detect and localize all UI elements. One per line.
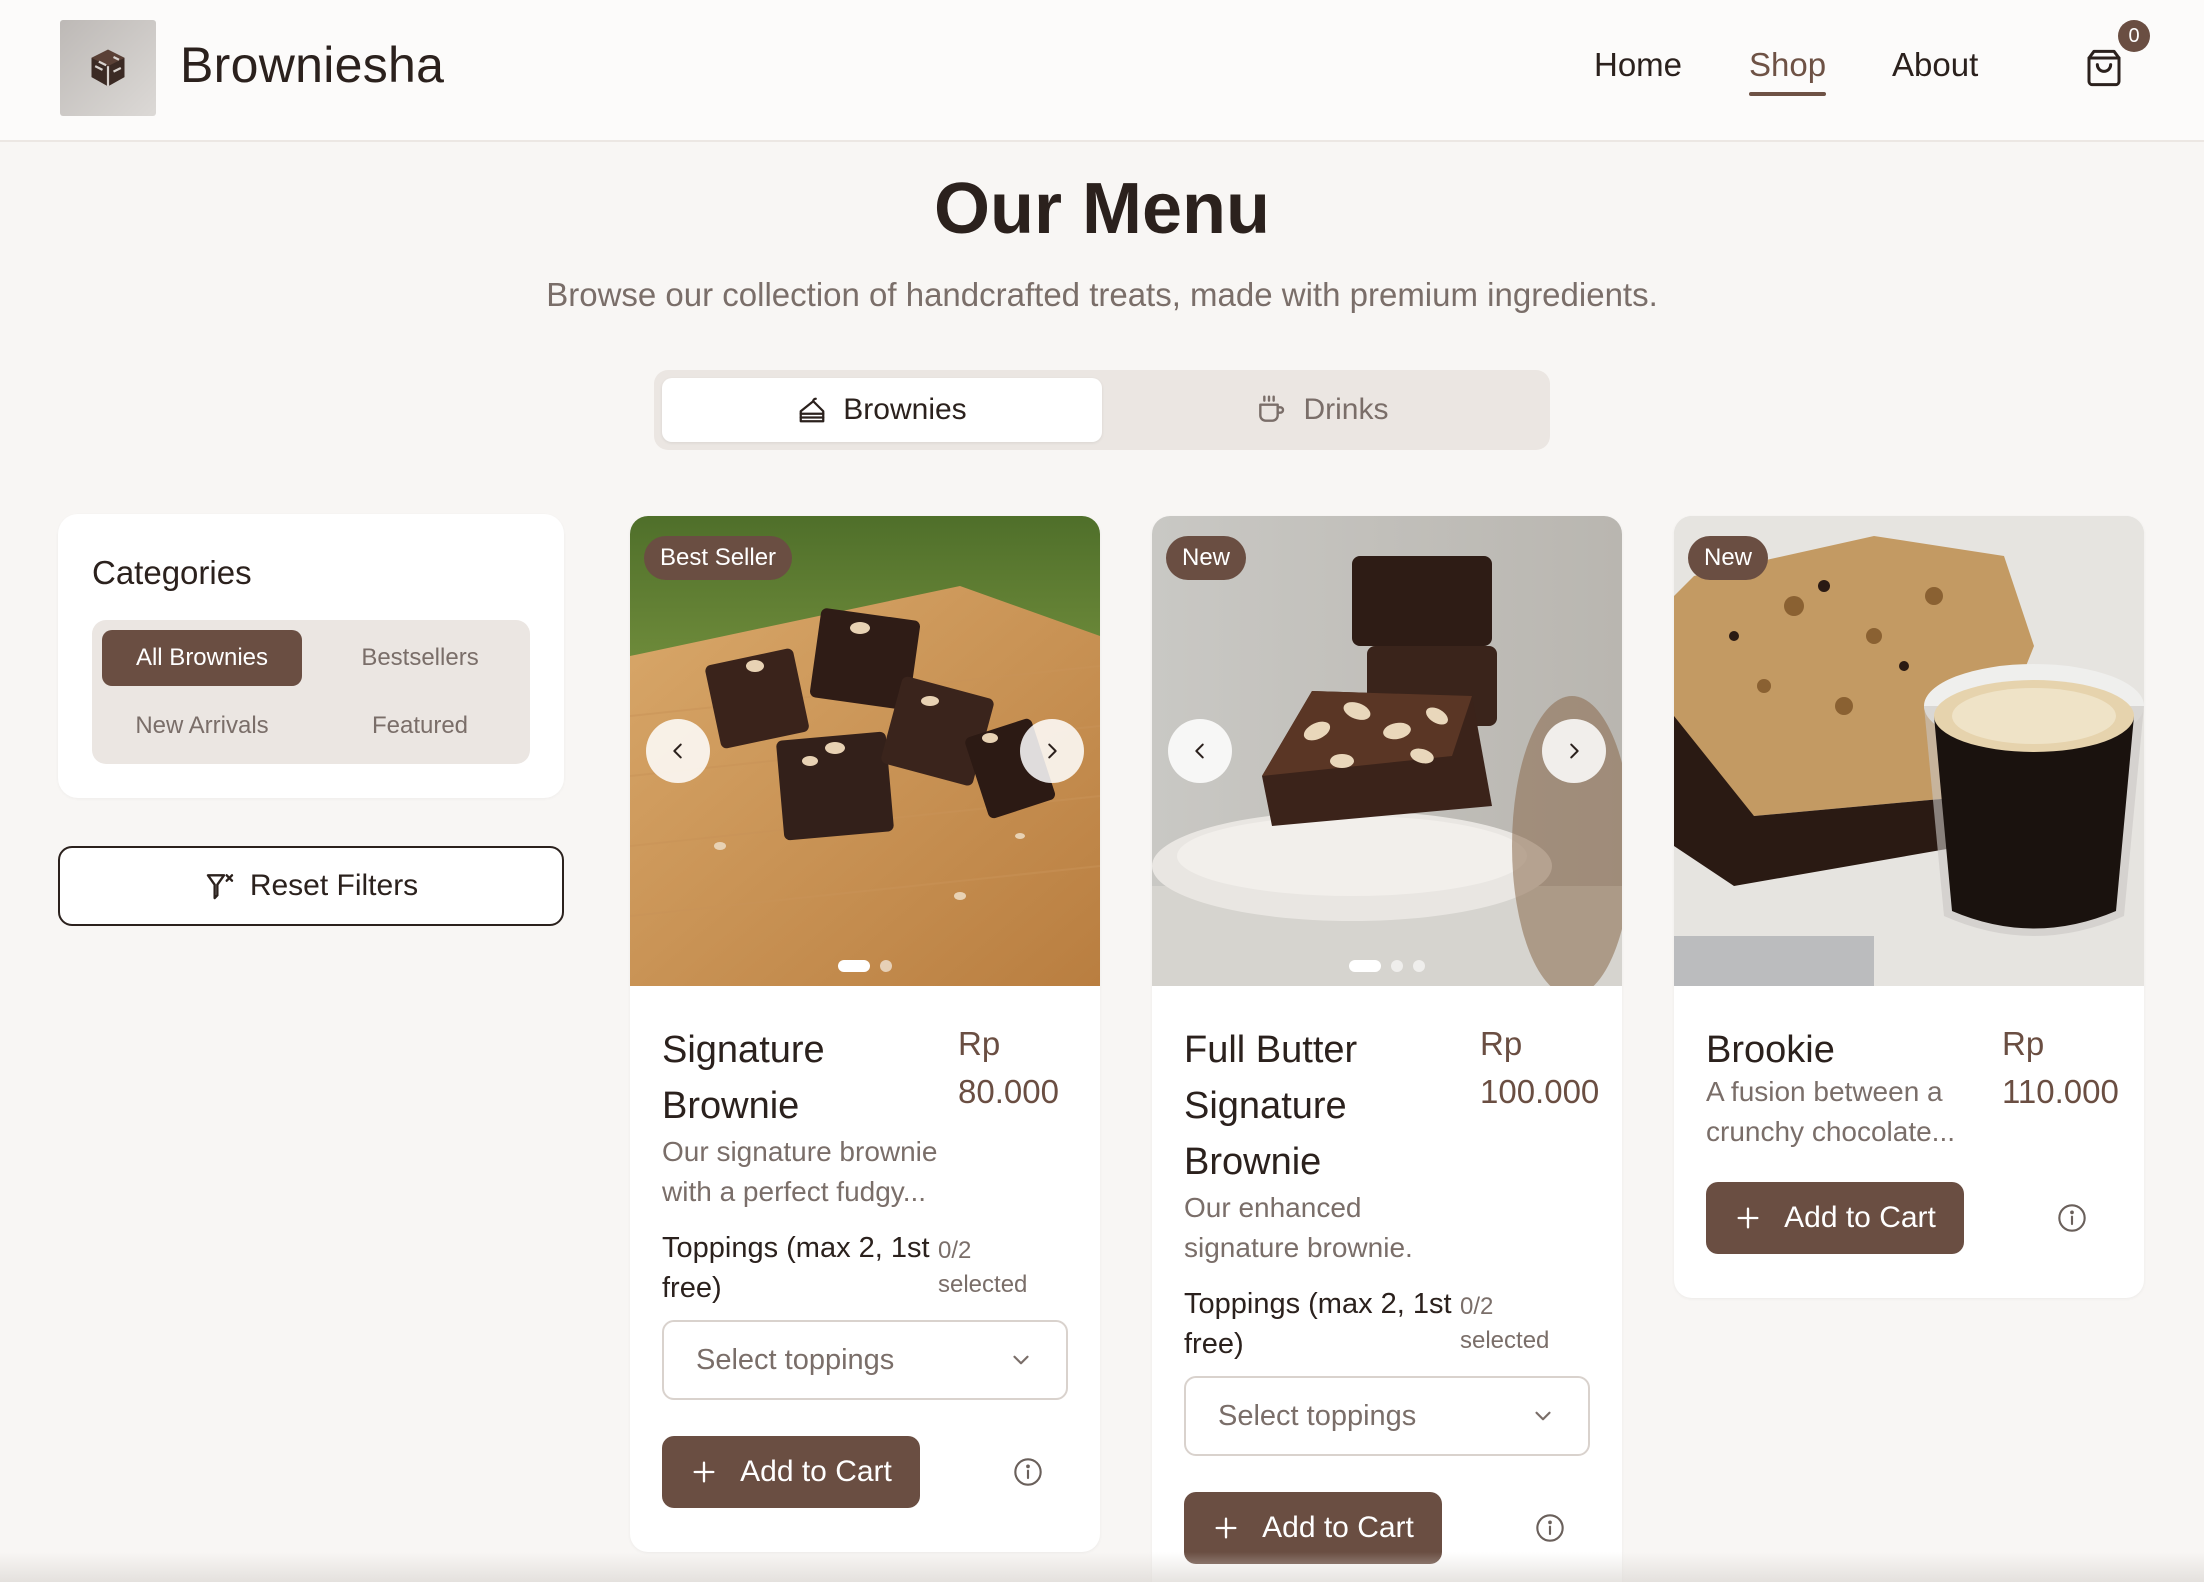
nav-home[interactable]: Home: [1594, 46, 1682, 84]
toppings-label: Toppings (max 2, 1st free): [1184, 1288, 1452, 1360]
product-description: Our signature brownie with a perfect fud…: [662, 1136, 938, 1207]
coffee-icon: [1259, 395, 1285, 422]
toppings-select[interactable]: Select toppings: [662, 1320, 1068, 1400]
cart-count-badge: 0: [2118, 20, 2150, 52]
nav-shop[interactable]: Shop: [1749, 46, 1827, 96]
carousel-dot[interactable]: [880, 960, 892, 972]
brand-logo[interactable]: [60, 20, 156, 116]
toppings-select[interactable]: Select toppings: [1184, 1376, 1590, 1456]
cake-slice-icon: [799, 397, 825, 423]
page-subtitle: Browse our collection of handcrafted tre…: [546, 276, 1658, 313]
category-bestsellers[interactable]: Bestsellers: [320, 630, 520, 686]
bottom-scroll-shadow: [0, 1552, 2204, 1582]
product-info-button[interactable]: [1534, 1512, 1566, 1544]
reset-filters-button[interactable]: Reset Filters: [58, 846, 564, 926]
product-description: Our enhanced signature brownie.: [1184, 1192, 1413, 1263]
product-image: New: [1152, 516, 1622, 986]
product-name: Signature Brownie: [662, 1029, 825, 1127]
product-description: A fusion between a crunchy chocolate...: [1706, 1076, 1956, 1147]
toppings-count: 0/2 selected: [1460, 1293, 1550, 1354]
product-name: Full Butter Signature Brownie: [1184, 1029, 1358, 1183]
image-prev-button[interactable]: [646, 719, 710, 783]
product-badge: New: [1166, 536, 1247, 580]
add-to-cart-label: Add to Cart: [740, 1455, 892, 1488]
product-price: Rp 80.000: [958, 1020, 1059, 1116]
plus-icon: [693, 1461, 715, 1483]
tab-drinks[interactable]: Drinks: [1102, 378, 1542, 442]
category-new-arrivals[interactable]: New Arrivals: [102, 698, 302, 754]
plus-icon: [1215, 1517, 1237, 1539]
chevron-right-icon: [1570, 743, 1579, 759]
category-filter-group: All Brownies Bestsellers New Arrivals Fe…: [92, 620, 530, 764]
image-next-button[interactable]: [1542, 719, 1606, 783]
shopping-bag-icon: [2087, 49, 2121, 87]
product-card: Best Seller Signature Brownie Rp 80.000 …: [630, 516, 1100, 1552]
tab-drinks-label: Drinks: [1303, 393, 1389, 426]
add-to-cart-button[interactable]: Add to Cart: [1706, 1182, 1964, 1254]
price-currency: Rp: [2002, 1025, 2045, 1062]
product-info-button[interactable]: [2056, 1202, 2088, 1234]
product-price: Rp 100.000: [1480, 1020, 1599, 1116]
info-icon: [1014, 1458, 1042, 1486]
price-currency: Rp: [1480, 1025, 1523, 1062]
product-card: New Brookie Rp 110.000 A fusion between …: [1674, 516, 2144, 1298]
product-badge: Best Seller: [644, 536, 793, 580]
category-featured[interactable]: Featured: [320, 698, 520, 754]
filter-clear-icon: [206, 874, 234, 900]
nav-about[interactable]: About: [1892, 46, 1978, 84]
chevron-left-icon: [1195, 743, 1204, 759]
price-currency: Rp: [958, 1025, 1001, 1062]
toppings-placeholder: Select toppings: [1218, 1399, 1417, 1432]
plus-icon: [1737, 1207, 1759, 1229]
price-amount: 80.000: [958, 1073, 1059, 1110]
image-next-button[interactable]: [1020, 719, 1084, 783]
product-name: Brookie: [1706, 1029, 1835, 1071]
carousel-dot[interactable]: [838, 960, 870, 972]
brookie-photo: [1674, 516, 2144, 986]
product-info-button[interactable]: [1012, 1456, 1044, 1488]
chevron-right-icon: [1048, 743, 1057, 759]
product-card: New Full Butter Signature Brownie Rp 100…: [1152, 516, 1622, 1582]
add-to-cart-button[interactable]: Add to Cart: [662, 1436, 920, 1508]
add-to-cart-label: Add to Cart: [1262, 1511, 1414, 1544]
chevron-left-icon: [673, 743, 682, 759]
add-to-cart-label: Add to Cart: [1784, 1201, 1936, 1234]
brownie-cube-icon: [91, 49, 125, 87]
info-icon: [2058, 1204, 2086, 1232]
carousel-dot[interactable]: [1391, 960, 1403, 972]
category-all-brownies[interactable]: All Brownies: [102, 630, 302, 686]
product-image: Best Seller: [630, 516, 1100, 986]
tab-brownies[interactable]: Brownies: [662, 378, 1102, 442]
toppings-count: 0/2 selected: [938, 1237, 1028, 1298]
cart-button[interactable]: [2084, 46, 2124, 90]
tab-brownies-label: Brownies: [843, 393, 967, 426]
categories-title: Categories: [92, 554, 252, 591]
carousel-dot[interactable]: [1349, 960, 1381, 972]
carousel-dot[interactable]: [1413, 960, 1425, 972]
info-icon: [1536, 1514, 1564, 1542]
page-title: Our Menu: [934, 169, 1270, 249]
reset-filters-label: Reset Filters: [249, 869, 419, 902]
price-amount: 110.000: [2002, 1073, 2119, 1110]
chevron-down-icon: [1013, 1355, 1029, 1365]
product-badge: New: [1688, 536, 1769, 580]
categories-card: Categories All Brownies Bestsellers New …: [58, 514, 564, 798]
product-price: Rp 110.000: [2002, 1020, 2119, 1116]
product-image: New: [1674, 516, 2144, 986]
image-carousel-dots: [1152, 960, 1622, 972]
chevron-down-icon: [1535, 1411, 1551, 1421]
brand-name[interactable]: Browniesha: [180, 36, 444, 94]
menu-tabs: Brownies Drinks: [654, 370, 1550, 450]
image-prev-button[interactable]: [1168, 719, 1232, 783]
site-header: Browniesha Home Shop About 0: [0, 0, 2204, 142]
toppings-label: Toppings (max 2, 1st free): [662, 1232, 930, 1304]
price-amount: 100.000: [1480, 1073, 1600, 1110]
image-carousel-dots: [630, 960, 1100, 972]
toppings-placeholder: Select toppings: [696, 1343, 895, 1376]
